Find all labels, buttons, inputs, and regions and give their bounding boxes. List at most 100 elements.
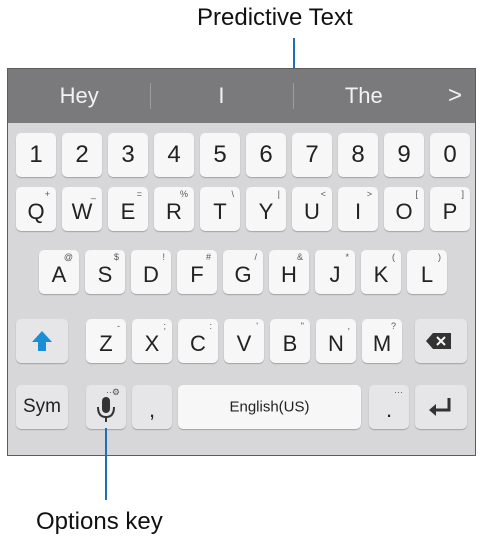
key-1[interactable]: 1 [16, 133, 56, 177]
key-d-label: D [143, 262, 159, 287]
key-q-label: Q [27, 199, 45, 224]
options-mic-key[interactable]: ··⚙ [86, 385, 126, 429]
key-j[interactable]: J * [315, 250, 355, 294]
key-9-label: 9 [397, 141, 411, 168]
key-6[interactable]: 6 [246, 133, 286, 177]
key-e[interactable]: E = [108, 187, 148, 231]
key-l-secondary: ) [438, 252, 441, 262]
prediction-word-1[interactable]: Hey [8, 69, 150, 123]
space-key[interactable]: English(US) [178, 385, 361, 429]
key-j-secondary: * [345, 252, 349, 262]
prediction-bar: Hey I The > [8, 69, 475, 123]
key-r-secondary: % [179, 189, 188, 199]
key-m-label: M [372, 331, 392, 356]
key-i-secondary: > [366, 189, 372, 199]
key-v-secondary: ' [256, 321, 258, 331]
backspace-icon [426, 333, 451, 349]
key-w-secondary: _ [90, 189, 96, 199]
predictive-text-callout: Predictive Text [197, 4, 353, 31]
shift-key[interactable] [16, 319, 68, 363]
key-9[interactable]: 9 [384, 133, 424, 177]
key-o-secondary: [ [415, 189, 418, 199]
key-f[interactable]: F # [177, 250, 217, 294]
key-5-label: 5 [213, 141, 227, 168]
prediction-word-3[interactable]: The [292, 69, 435, 123]
key-g-secondary: / [254, 252, 257, 262]
key-r-label: R [166, 199, 182, 224]
comma-key[interactable]: , [132, 385, 172, 429]
key-8[interactable]: 8 [338, 133, 378, 177]
key-k[interactable]: K( [361, 250, 401, 294]
key-l[interactable]: L) [407, 250, 447, 294]
key-3-label: 3 [121, 141, 135, 168]
key-t[interactable]: T \ [200, 187, 240, 231]
key-c-label: C [190, 331, 206, 356]
key-r[interactable]: R% [154, 187, 194, 231]
key-7[interactable]: 7 [292, 133, 332, 177]
keyboard: Hey I The > 1 2 3 4 5 6 7 8 9 0 Q + W _ E = R% T \ Y | U < I > O[… [7, 68, 476, 456]
key-4[interactable]: 4 [154, 133, 194, 177]
key-g-label: G [234, 262, 252, 287]
key-q-secondary: + [44, 189, 50, 199]
key-3[interactable]: 3 [108, 133, 148, 177]
key-b[interactable]: B " [270, 319, 310, 363]
key-i[interactable]: I > [338, 187, 378, 231]
comma-key-label: , [148, 397, 156, 422]
key-h-label: H [281, 262, 297, 287]
key-m[interactable]: M? [362, 319, 402, 363]
key-x-secondary: ; [163, 321, 166, 331]
key-c-secondary: : [209, 321, 212, 331]
key-o[interactable]: O[ [384, 187, 424, 231]
key-s[interactable]: S $ [85, 250, 125, 294]
key-l-label: L [420, 262, 434, 287]
shift-arrow-icon [32, 331, 52, 351]
prediction-more-chevron-icon[interactable]: > [435, 69, 475, 123]
key-u[interactable]: U < [292, 187, 332, 231]
period-key-secondary: ··· [394, 387, 403, 397]
key-2[interactable]: 2 [62, 133, 102, 177]
key-n[interactable]: N, [316, 319, 356, 363]
key-h[interactable]: H & [269, 250, 309, 294]
key-v[interactable]: V ' [224, 319, 264, 363]
prediction-word-2[interactable]: I [150, 69, 292, 123]
key-q[interactable]: Q + [16, 187, 56, 231]
key-2-label: 2 [75, 141, 89, 168]
key-p[interactable]: P] [430, 187, 470, 231]
backspace-key[interactable] [415, 319, 467, 363]
key-t-secondary: \ [231, 189, 234, 199]
key-6-label: 6 [259, 141, 273, 168]
options-key-leader-line [105, 428, 107, 500]
key-e-secondary: = [136, 189, 142, 199]
key-z-label: Z [99, 331, 113, 356]
key-k-label: K [373, 262, 389, 287]
sym-key[interactable]: Sym [16, 385, 68, 429]
key-a[interactable]: A @ [39, 250, 79, 294]
key-z[interactable]: Z- [86, 319, 126, 363]
options-mic-key-secondary: ··⚙ [105, 387, 120, 397]
key-b-label: B [282, 331, 298, 356]
key-p-label: P [442, 199, 458, 224]
key-n-label: N [328, 331, 344, 356]
key-a-label: A [51, 262, 67, 287]
key-5[interactable]: 5 [200, 133, 240, 177]
key-y-label: Y [258, 199, 274, 224]
key-u-secondary: < [320, 189, 326, 199]
key-4-label: 4 [167, 141, 181, 168]
key-m-secondary: ? [390, 321, 396, 331]
space-key-label: English(US) [229, 398, 310, 416]
key-0[interactable]: 0 [430, 133, 470, 177]
key-w[interactable]: W _ [62, 187, 102, 231]
key-h-secondary: & [296, 252, 303, 262]
key-x[interactable]: X; [132, 319, 172, 363]
key-x-label: X [144, 331, 160, 356]
key-g[interactable]: G / [223, 250, 263, 294]
key-y[interactable]: Y | [246, 187, 286, 231]
enter-key[interactable] [415, 385, 467, 429]
period-key[interactable]: . ··· [369, 385, 409, 429]
key-d-secondary: ! [162, 252, 165, 262]
key-c[interactable]: C: [178, 319, 218, 363]
key-e-label: E [120, 199, 136, 224]
key-d[interactable]: D! [131, 250, 171, 294]
key-o-label: O [395, 199, 413, 224]
key-8-label: 8 [351, 141, 365, 168]
